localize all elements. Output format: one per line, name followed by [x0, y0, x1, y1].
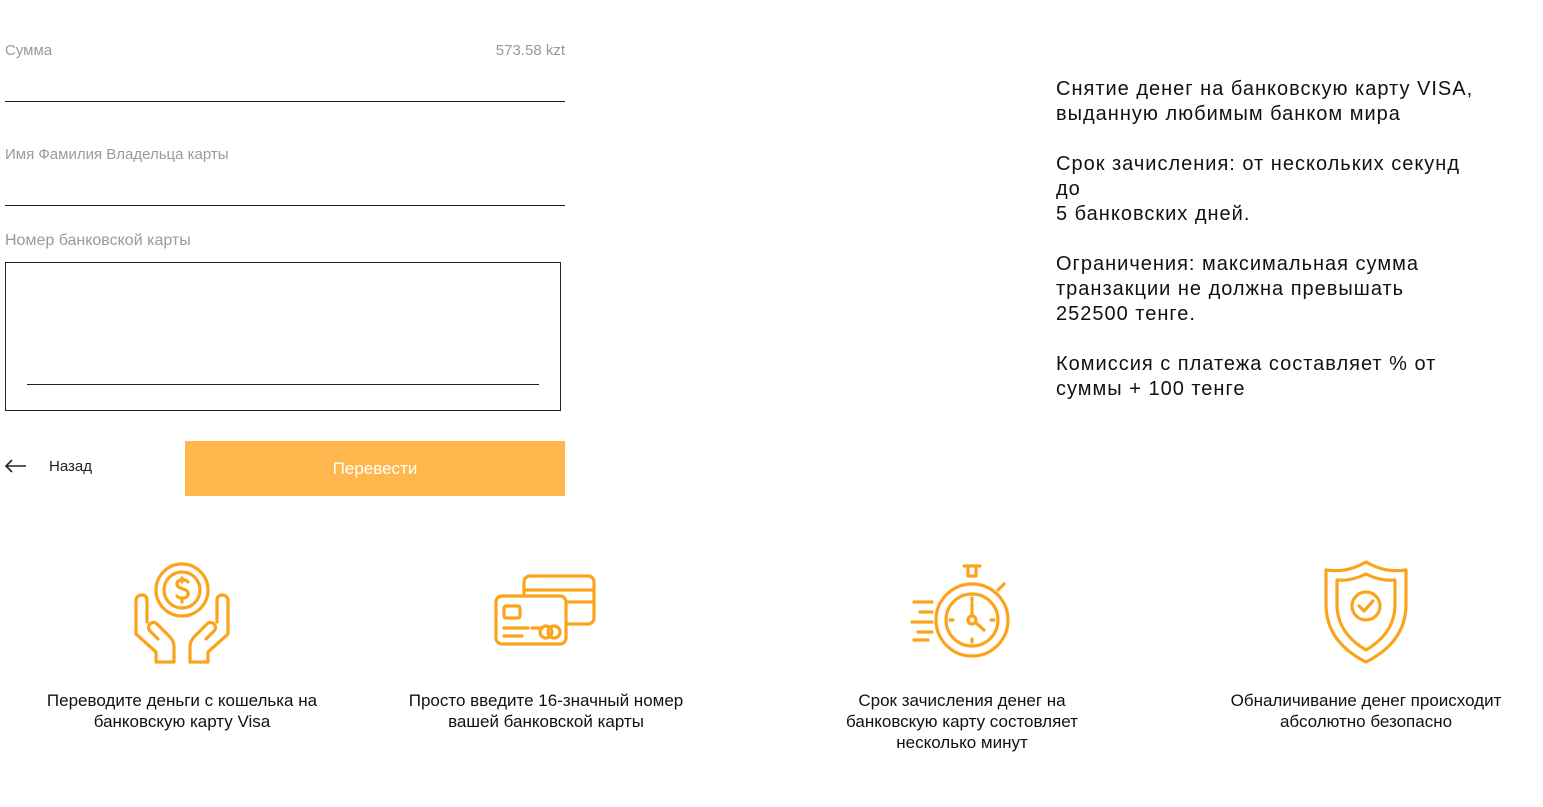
feature-text: Обналичивание денег происходит абсолютно…	[1230, 691, 1502, 731]
cardholder-name-label: Имя Фамилия Владельца карты	[5, 146, 229, 163]
info-paragraph-timing: Срок зачисления: от нескольких секунд до…	[1056, 153, 1461, 225]
feature-item: Срок зачисления денег на банковскую карт…	[812, 560, 1112, 753]
cardholder-name-input[interactable]	[5, 176, 565, 202]
info-paragraph-description: Снятие денег на банковскую карту VISA, в…	[1056, 78, 1474, 125]
card-number-label: Номер банковской карты	[5, 232, 191, 249]
feature-text: Переводите деньги с кошелька на банковск…	[46, 691, 318, 731]
transfer-button[interactable]: Перевести	[185, 441, 565, 496]
credit-cards-icon	[396, 560, 696, 664]
card-number-underline	[27, 384, 539, 385]
arrow-left-icon	[4, 455, 49, 477]
feature-item: Переводите деньги с кошелька на банковск…	[32, 560, 332, 732]
back-link[interactable]: Назад	[4, 455, 92, 477]
amount-value: 573.58 kzt	[495, 42, 565, 59]
feature-item: Обналичивание денег происходит абсолютно…	[1216, 560, 1516, 732]
feature-text: Просто введите 16-значный номер вашей ба…	[408, 691, 684, 731]
stopwatch-icon	[812, 560, 1112, 664]
info-paragraph-limits: Ограничения: максимальная сумма транзакц…	[1056, 253, 1419, 325]
cardholder-name-underline	[5, 205, 565, 206]
info-paragraph-commission: Комиссия с платежа составляет % от суммы…	[1056, 353, 1437, 400]
card-number-input[interactable]	[27, 355, 543, 383]
card-number-box	[5, 262, 561, 411]
hands-coin-icon	[32, 560, 332, 664]
feature-item: Просто введите 16-значный номер вашей ба…	[396, 560, 696, 732]
shield-check-icon	[1216, 560, 1516, 664]
feature-text: Срок зачисления денег на банковскую карт…	[846, 691, 1078, 752]
info-panel: Снятие денег на банковскую карту VISA, в…	[1056, 77, 1536, 427]
amount-label: Сумма	[5, 42, 53, 59]
back-label: Назад	[49, 457, 92, 475]
amount-underline	[5, 101, 565, 102]
